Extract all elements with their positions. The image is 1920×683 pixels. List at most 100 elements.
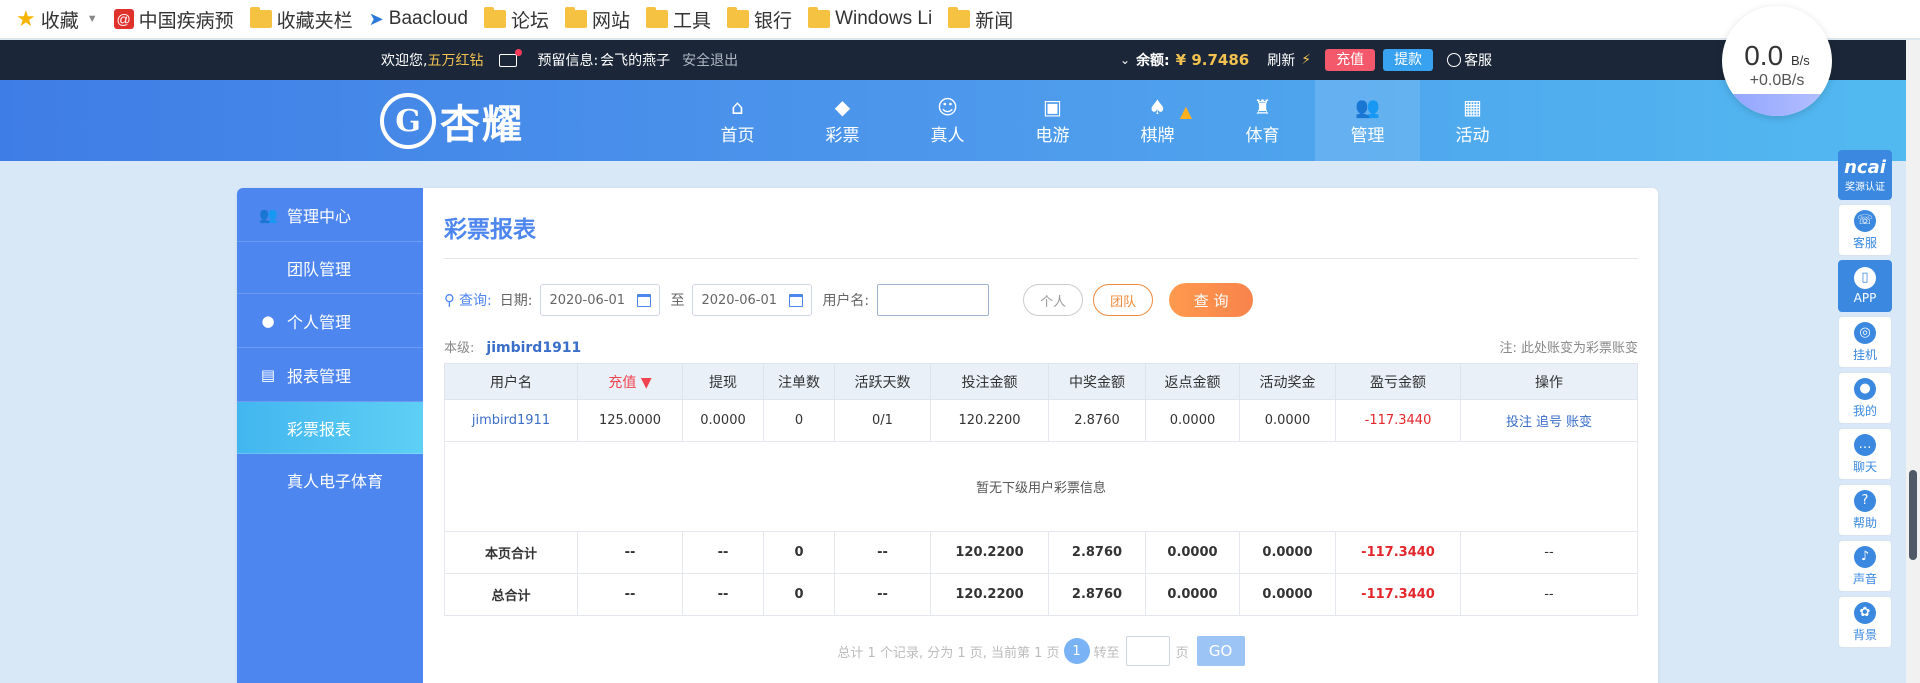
chase-record-link[interactable]: 追号 (1536, 415, 1562, 430)
tool-background[interactable]: ✿ 背景 (1838, 596, 1892, 648)
network-speed-widget[interactable]: 0.0 B/s +0.0B/s (1722, 6, 1832, 116)
balance-value: ¥ 9.7486 (1175, 51, 1250, 69)
empty-message: 暂无下级用户彩票信息 (444, 441, 1638, 532)
sidebar-group-reports[interactable]: ▤ 报表管理 (237, 348, 423, 402)
search-button[interactable]: 查 询 (1169, 283, 1254, 317)
page-number-current[interactable]: 1 (1063, 638, 1090, 664)
page-unit-label: 页 (1175, 645, 1189, 661)
sidebar-item-live-electronic-sports[interactable]: 真人电子体育 (237, 454, 423, 506)
nav-sports[interactable]: ♜ 体育 (1210, 80, 1315, 161)
nav-live[interactable]: ☺ 真人 (895, 80, 1000, 161)
date-from-input[interactable]: 2020-06-01 (540, 284, 661, 316)
bookmark-favorites[interactable]: ★ 收藏 ▼ (16, 6, 98, 33)
col-username[interactable]: 用户名 (444, 363, 578, 400)
tool-help[interactable]: ? 帮助 (1838, 484, 1892, 536)
level-label: 本级: (444, 340, 475, 356)
tool-service[interactable]: ☏ 客服 (1838, 204, 1892, 256)
personal-filter-button[interactable]: 个人 (1023, 284, 1084, 316)
refresh-icon[interactable]: ⚡ (1301, 52, 1311, 68)
report-card: 👥 管理中心 团队管理 ● 个人管理 ▤ 报表管理 彩票报表 真人电子体育 彩票报表 … (237, 188, 1658, 683)
deposit-button[interactable]: 充值 (1325, 49, 1376, 71)
tool-auto-bet[interactable]: ◎ 挂机 (1838, 316, 1892, 368)
goto-label: 转至 (1093, 645, 1120, 661)
bookmark-folder[interactable]: 论坛 (484, 6, 549, 33)
nav-home[interactable]: ⌂ 首页 (685, 80, 790, 161)
bookmark-folder[interactable]: Windows Li (808, 7, 932, 30)
total-cell: 120.2200 (930, 573, 1049, 616)
page-scrollbar[interactable] (1906, 40, 1920, 683)
tool-app[interactable]: ▯ APP (1838, 260, 1892, 312)
customer-service-link[interactable]: 客服 (1447, 50, 1492, 70)
refresh-link[interactable]: 刷新 (1267, 50, 1295, 70)
level-row: 本级: jimbird1911 注: 此处账变为彩票账变 (444, 335, 1638, 357)
bet-record-link[interactable]: 投注 (1506, 415, 1532, 430)
grand-total-label: 总合计 (444, 573, 578, 616)
chevron-down-icon[interactable]: ⌄ (1120, 53, 1130, 67)
logout-link[interactable]: 安全退出 (682, 50, 738, 70)
total-cell: 2.8760 (1048, 573, 1146, 616)
withdraw-button[interactable]: 提款 (1383, 49, 1434, 71)
calendar-icon[interactable] (789, 293, 804, 307)
total-cell: -117.3440 (1335, 573, 1461, 616)
brand-certification-button[interactable]: ncai 奖源认证 (1838, 150, 1892, 200)
team-filter-button[interactable]: 团队 (1093, 284, 1154, 316)
username-input[interactable] (877, 284, 990, 316)
lottery-icon: ◆ (834, 95, 851, 119)
tool-chat[interactable]: … 聊天 (1838, 428, 1892, 480)
col-rebate-amount[interactable]: 返点金额 (1145, 363, 1240, 400)
bookmark-item[interactable]: ➤ Baacloud (369, 8, 468, 30)
col-active-days[interactable]: 活跃天数 (834, 363, 931, 400)
nav-chess-cards[interactable]: ♠ 棋牌 ▲ (1105, 80, 1210, 161)
speed-sub-value: +0.0B/s (1749, 72, 1805, 89)
sidebar-group-personal[interactable]: ● 个人管理 (237, 294, 423, 348)
sidebar-item-team-management[interactable]: 团队管理 (237, 242, 423, 294)
col-bet-count[interactable]: 注单数 (763, 363, 835, 400)
sidebar-group-management-center[interactable]: 👥 管理中心 (237, 188, 423, 242)
folder-icon (808, 7, 831, 28)
palette-icon: ✿ (1854, 601, 1876, 624)
nav-lottery[interactable]: ◆ 彩票 (790, 80, 895, 161)
sidebar-item-lottery-report[interactable]: 彩票报表 (237, 402, 423, 454)
mail-icon[interactable] (499, 48, 523, 67)
col-bet-amount[interactable]: 投注金额 (930, 363, 1049, 400)
nav-activities[interactable]: ▦ 活动 (1420, 80, 1525, 161)
bookmark-folder[interactable]: 收藏夹栏 (249, 6, 353, 33)
folder-icon (249, 7, 272, 28)
chevron-down-icon[interactable]: ▼ (87, 13, 98, 25)
col-profit-loss[interactable]: 盈亏金额 (1335, 363, 1461, 400)
bookmarks-bar: ★ 收藏 ▼ @ 中国疾病预 收藏夹栏 ➤ Baacloud 论坛 网站 工具 银行 W… (0, 0, 1920, 39)
live-dealer-icon: ☺ (937, 95, 958, 119)
bookmark-folder[interactable]: 工具 (646, 6, 711, 33)
cell-deposit: 125.0000 (577, 399, 683, 442)
bookmark-folder[interactable]: 新闻 (948, 6, 1013, 33)
nav-slots[interactable]: ▣ 电游 (1000, 80, 1105, 161)
bookmark-folder[interactable]: 银行 (727, 6, 792, 33)
cell-username[interactable]: jimbird1911 (444, 399, 578, 442)
account-change-link[interactable]: 账变 (1566, 415, 1592, 430)
col-deposit[interactable]: 充值 ▼ (577, 363, 683, 400)
cell-active-days: 0/1 (834, 399, 931, 442)
query-bar: ⚲ 查询: 日期: 2020-06-01 至 2020-06-01 用户名: 个… (444, 283, 1638, 317)
level-username[interactable]: jimbird1911 (486, 340, 581, 356)
speaker-icon: ♪ (1854, 545, 1876, 568)
folder-icon (646, 7, 669, 28)
goto-page-input[interactable] (1125, 636, 1170, 666)
col-activity-bonus[interactable]: 活动奖金 (1239, 363, 1336, 400)
cell-profit-loss: -117.3440 (1335, 399, 1461, 442)
nav-manage[interactable]: 👥 管理 (1315, 80, 1420, 161)
scrollbar-thumb[interactable] (1909, 470, 1917, 560)
go-button[interactable]: GO (1196, 636, 1245, 666)
col-win-amount[interactable]: 中奖金额 (1048, 363, 1146, 400)
cell-actions: 投注 追号 账变 (1460, 399, 1638, 442)
tool-mine[interactable]: ● 我的 (1838, 372, 1892, 424)
site-logo[interactable]: G 杏耀 (380, 86, 524, 156)
table-row: jimbird1911 125.0000 0.0000 0 0/1 120.22… (444, 399, 1638, 442)
date-to-input[interactable]: 2020-06-01 (692, 284, 813, 316)
username[interactable]: 五万红钻 (427, 50, 483, 70)
col-withdraw[interactable]: 提现 (682, 363, 764, 400)
bookmark-folder[interactable]: 网站 (565, 6, 630, 33)
calendar-icon[interactable] (637, 293, 652, 307)
tool-sound[interactable]: ♪ 声音 (1838, 540, 1892, 592)
total-cell: -- (682, 531, 764, 574)
bookmark-item[interactable]: @ 中国疾病预 (113, 6, 234, 33)
